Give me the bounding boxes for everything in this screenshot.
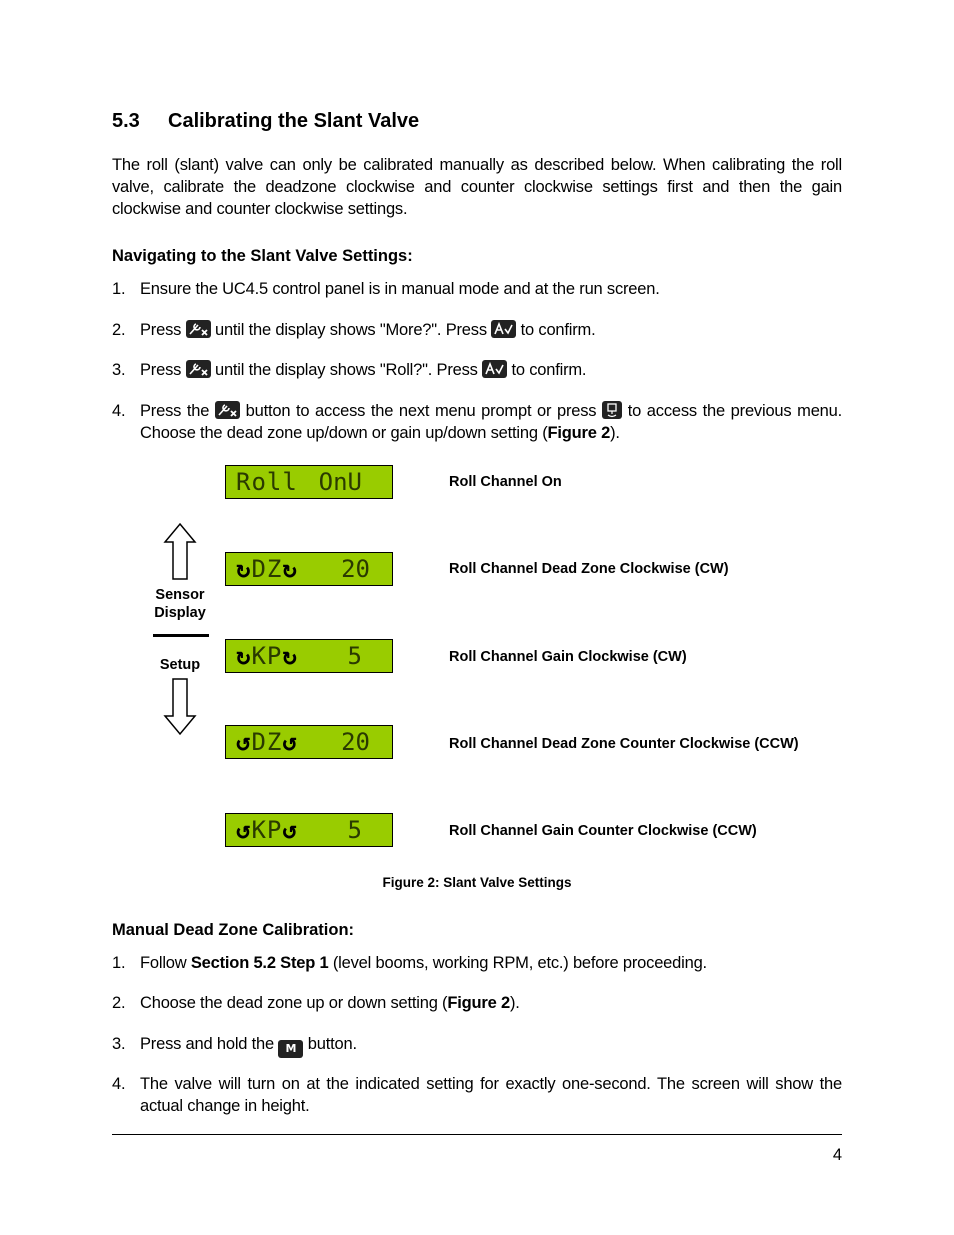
figure-ref: Figure 2 bbox=[547, 424, 611, 442]
ccw-arrow-icon: ↺ bbox=[282, 816, 298, 844]
cw-arrow-icon: ↻ bbox=[282, 555, 298, 583]
nav-step-1: 1. Ensure the UC4.5 control panel is in … bbox=[112, 278, 842, 300]
nav-step-2: 2. Press until the display shows "More?"… bbox=[112, 319, 842, 341]
wrench-x-key-icon bbox=[185, 320, 211, 338]
step-number: 4. bbox=[112, 1075, 126, 1093]
lcd-left-text: DZ bbox=[251, 728, 283, 756]
sensor-display-label: Sensor Display bbox=[154, 587, 206, 621]
step-text-post: button. bbox=[307, 1035, 357, 1053]
manual-step-1: 1. Follow Section 5.2 Step 1 (level boom… bbox=[112, 952, 842, 974]
step-text-mid: until the display shows "More?". Press bbox=[214, 321, 487, 339]
ccw-arrow-icon: ↺ bbox=[236, 816, 252, 844]
up-arrow-icon bbox=[163, 522, 197, 580]
setup-label: Setup bbox=[159, 657, 201, 673]
manual-step-3: 3. Press and hold the M button. bbox=[112, 1033, 842, 1058]
lcd-left-text: KP bbox=[251, 642, 283, 670]
manual-heading: Manual Dead Zone Calibration: bbox=[112, 921, 355, 939]
figure-label-deadzone-cw: Roll Channel Dead Zone Clockwise (CW) bbox=[449, 561, 729, 577]
step-number: 3. bbox=[112, 361, 126, 379]
nav-step-4: 4. Press the button to access the next m… bbox=[112, 400, 842, 444]
step-text-pre: Press the bbox=[140, 402, 210, 420]
step-text-mid: button to access the next menu prompt or… bbox=[245, 402, 597, 420]
step-text-pre: Press bbox=[140, 361, 182, 379]
step-text: Ensure the UC4.5 control panel is in man… bbox=[140, 280, 660, 298]
footer-rule bbox=[112, 1134, 842, 1135]
lcd-right-text: 20 bbox=[341, 728, 370, 756]
lcd-left-text: Roll bbox=[236, 468, 298, 496]
manual-step-4: 4. The valve will turn on at the indicat… bbox=[112, 1073, 842, 1117]
manual-step-2: 2. Choose the dead zone up or down setti… bbox=[112, 992, 842, 1014]
wrench-x-key-icon bbox=[214, 401, 240, 419]
intro-paragraph: The roll (slant) valve can only be calib… bbox=[112, 156, 842, 218]
cw-arrow-icon: ↻ bbox=[236, 555, 252, 583]
lcd-left-text: KP bbox=[251, 816, 283, 844]
lcd-right-text: OnU bbox=[318, 468, 362, 496]
step-number: 2. bbox=[112, 321, 126, 339]
lcd-screen-gain-ccw: ↺KP↺ 5 bbox=[225, 813, 393, 847]
step-text-post: (level booms, working RPM, etc.) before … bbox=[328, 954, 707, 972]
lcd-right-text: 20 bbox=[341, 555, 370, 583]
page-number: 4 bbox=[832, 1146, 842, 1164]
step-text: The valve will turn on at the indicated … bbox=[140, 1075, 842, 1115]
cw-arrow-icon: ↻ bbox=[282, 642, 298, 670]
figure-label-roll-on: Roll Channel On bbox=[449, 474, 562, 490]
section-title: Calibrating the Slant Valve bbox=[168, 110, 420, 132]
step-number: 1. bbox=[112, 280, 126, 298]
lcd-right-text: 5 bbox=[347, 816, 362, 844]
figure-divider bbox=[153, 634, 209, 637]
figure-caption: Figure 2: Slant Valve Settings bbox=[382, 875, 572, 890]
lcd-right-text: 5 bbox=[347, 642, 362, 670]
lcd-screen-deadzone-cw: ↻DZ↻ 20 bbox=[225, 552, 393, 586]
sensor-display-key-icon bbox=[602, 401, 623, 419]
lcd-screen-deadzone-ccw: ↺DZ↺ 20 bbox=[225, 725, 393, 759]
step-number: 2. bbox=[112, 994, 126, 1012]
navigating-heading: Navigating to the Slant Valve Settings: bbox=[112, 247, 413, 265]
step-number: 3. bbox=[112, 1035, 126, 1053]
down-arrow-icon bbox=[163, 678, 197, 736]
m-key-icon: M bbox=[278, 1040, 304, 1058]
step-text-pre: Press bbox=[140, 321, 182, 339]
ccw-arrow-icon: ↺ bbox=[282, 728, 298, 756]
step-text-post: to confirm. bbox=[520, 321, 596, 339]
section-ref: Section 5.2 Step 1 bbox=[190, 954, 329, 972]
av-confirm-key-icon bbox=[482, 360, 508, 378]
step-text-pre: Choose the dead zone up or down setting … bbox=[140, 994, 448, 1012]
step-text-pre: Press and hold the bbox=[140, 1035, 274, 1053]
figure-label-deadzone-ccw: Roll Channel Dead Zone Counter Clockwise… bbox=[449, 736, 799, 752]
lcd-left-text: DZ bbox=[251, 555, 283, 583]
step-number: 4. bbox=[112, 402, 126, 420]
av-confirm-key-icon bbox=[491, 320, 517, 338]
step-text-mid: until the display shows "Roll?". Press bbox=[214, 361, 478, 379]
nav-step-3: 3. Press until the display shows "Roll?"… bbox=[112, 359, 842, 381]
step-text-post: to confirm. bbox=[511, 361, 587, 379]
step-text-pre: Follow bbox=[140, 954, 191, 972]
lcd-screen-gain-cw: ↻KP↻ 5 bbox=[225, 639, 393, 673]
lcd-screen-roll-on: Roll OnU bbox=[225, 465, 393, 499]
cw-arrow-icon: ↻ bbox=[236, 642, 252, 670]
figure-label-gain-ccw: Roll Channel Gain Counter Clockwise (CCW… bbox=[449, 823, 757, 839]
section-number: 5.3 bbox=[112, 110, 140, 132]
step-text-end: ). bbox=[610, 424, 620, 442]
step-number: 1. bbox=[112, 954, 126, 972]
figure-label-gain-cw: Roll Channel Gain Clockwise (CW) bbox=[449, 649, 687, 665]
step-text-post: ). bbox=[509, 994, 520, 1012]
ccw-arrow-icon: ↺ bbox=[236, 728, 252, 756]
figure-ref: Figure 2 bbox=[447, 994, 510, 1012]
section-heading: 5.3 Calibrating the Slant Valve bbox=[112, 110, 419, 133]
wrench-x-key-icon bbox=[185, 360, 211, 378]
